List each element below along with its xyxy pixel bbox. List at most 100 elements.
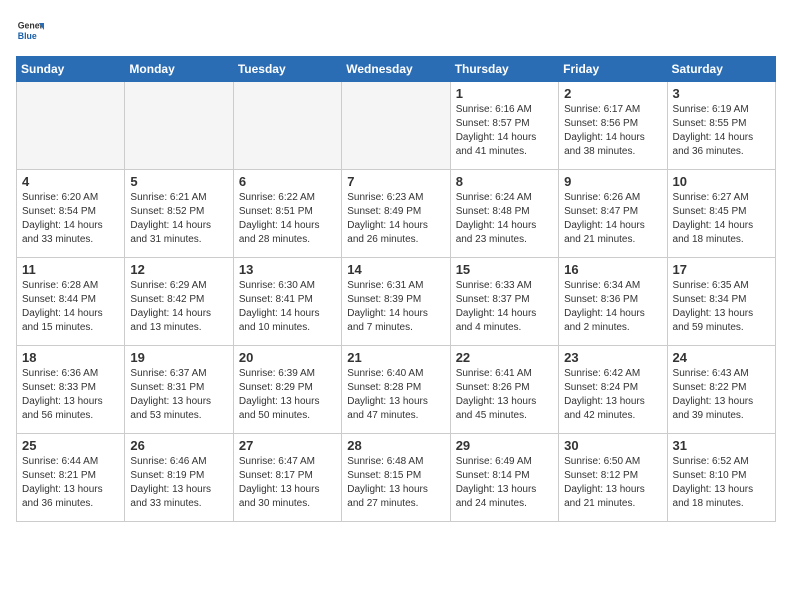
calendar-cell: 11 Sunrise: 6:28 AM Sunset: 8:44 PM Dayli… xyxy=(17,258,125,346)
calendar-cell: 13 Sunrise: 6:30 AM Sunset: 8:41 PM Dayli… xyxy=(233,258,341,346)
day-number: 4 xyxy=(22,174,119,189)
day-number: 29 xyxy=(456,438,553,453)
calendar-cell xyxy=(17,82,125,170)
day-number: 21 xyxy=(347,350,444,365)
cell-info: Sunrise: 6:43 AM Sunset: 8:22 PM Dayligh… xyxy=(673,367,770,423)
day-number: 12 xyxy=(130,262,227,277)
cell-info: Sunrise: 6:22 AM Sunset: 8:51 PM Dayligh… xyxy=(239,191,336,247)
calendar-cell: 9Sunrise: 6:26 AM Sunset: 8:47 PM Daylig… xyxy=(559,170,667,258)
cell-info: Sunrise: 6:37 AM Sunset: 8:31 PM Dayligh… xyxy=(130,367,227,423)
calendar-cell xyxy=(125,82,233,170)
day-number: 11 xyxy=(22,262,119,277)
calendar-cell: 2 Sunrise: 6:17 AM Sunset: 8:56 PM Daylig… xyxy=(559,82,667,170)
day-number: 2 xyxy=(564,86,661,101)
cell-info: Sunrise: 6:40 AM Sunset: 8:28 PM Dayligh… xyxy=(347,367,444,423)
calendar-cell: 16Sunrise: 6:34 AM Sunset: 8:36 PM Dayli… xyxy=(559,258,667,346)
calendar-cell: 23 Sunrise: 6:42 AM Sunset: 8:24 PM Dayli… xyxy=(559,346,667,434)
weekday-header: Friday xyxy=(559,57,667,82)
cell-info: Sunrise: 6:31 AM Sunset: 8:39 PM Dayligh… xyxy=(347,279,444,335)
cell-info: Sunrise: 6:47 AM Sunset: 8:17 PM Dayligh… xyxy=(239,455,336,511)
cell-info: Sunrise: 6:28 AM Sunset: 8:44 PM Dayligh… xyxy=(22,279,119,335)
cell-info: Sunrise: 6:44 AM Sunset: 8:21 PM Dayligh… xyxy=(22,455,119,511)
calendar-cell: 4 Sunrise: 6:20 AM Sunset: 8:54 PM Daylig… xyxy=(17,170,125,258)
svg-text:General: General xyxy=(18,20,44,30)
calendar-cell: 7 Sunrise: 6:23 AM Sunset: 8:49 PM Daylig… xyxy=(342,170,450,258)
calendar-cell: 20Sunrise: 6:39 AM Sunset: 8:29 PM Dayli… xyxy=(233,346,341,434)
calendar-cell: 19 Sunrise: 6:37 AM Sunset: 8:31 PM Dayli… xyxy=(125,346,233,434)
cell-info: Sunrise: 6:16 AM Sunset: 8:57 PM Dayligh… xyxy=(456,103,553,159)
cell-info: Sunrise: 6:48 AM Sunset: 8:15 PM Dayligh… xyxy=(347,455,444,511)
calendar-cell: 1 Sunrise: 6:16 AM Sunset: 8:57 PM Daylig… xyxy=(450,82,558,170)
day-number: 27 xyxy=(239,438,336,453)
day-number: 6 xyxy=(239,174,336,189)
day-number: 17 xyxy=(673,262,770,277)
day-number: 22 xyxy=(456,350,553,365)
calendar-cell: 15 Sunrise: 6:33 AM Sunset: 8:37 PM Dayli… xyxy=(450,258,558,346)
cell-info: Sunrise: 6:36 AM Sunset: 8:33 PM Dayligh… xyxy=(22,367,119,423)
cell-info: Sunrise: 6:21 AM Sunset: 8:52 PM Dayligh… xyxy=(130,191,227,247)
day-number: 28 xyxy=(347,438,444,453)
day-number: 31 xyxy=(673,438,770,453)
cell-info: Sunrise: 6:49 AM Sunset: 8:14 PM Dayligh… xyxy=(456,455,553,511)
day-number: 7 xyxy=(347,174,444,189)
day-number: 25 xyxy=(22,438,119,453)
cell-info: Sunrise: 6:23 AM Sunset: 8:49 PM Dayligh… xyxy=(347,191,444,247)
cell-info: Sunrise: 6:52 AM Sunset: 8:10 PM Dayligh… xyxy=(673,455,770,511)
weekday-header: Wednesday xyxy=(342,57,450,82)
calendar-cell: 6 Sunrise: 6:22 AM Sunset: 8:51 PM Daylig… xyxy=(233,170,341,258)
calendar-cell: 21 Sunrise: 6:40 AM Sunset: 8:28 PM Dayli… xyxy=(342,346,450,434)
cell-info: Sunrise: 6:24 AM Sunset: 8:48 PM Dayligh… xyxy=(456,191,553,247)
calendar-week-row: 11 Sunrise: 6:28 AM Sunset: 8:44 PM Dayli… xyxy=(17,258,776,346)
calendar-cell: 29 Sunrise: 6:49 AM Sunset: 8:14 PM Dayli… xyxy=(450,434,558,522)
day-number: 23 xyxy=(564,350,661,365)
calendar-cell xyxy=(233,82,341,170)
calendar-cell: 5 Sunrise: 6:21 AM Sunset: 8:52 PM Daylig… xyxy=(125,170,233,258)
calendar-cell: 22 Sunrise: 6:41 AM Sunset: 8:26 PM Dayli… xyxy=(450,346,558,434)
weekday-header: Tuesday xyxy=(233,57,341,82)
calendar-week-row: 25 Sunrise: 6:44 AM Sunset: 8:21 PM Dayli… xyxy=(17,434,776,522)
day-number: 30 xyxy=(564,438,661,453)
calendar-week-row: 18 Sunrise: 6:36 AM Sunset: 8:33 PM Dayli… xyxy=(17,346,776,434)
cell-info: Sunrise: 6:17 AM Sunset: 8:56 PM Dayligh… xyxy=(564,103,661,159)
day-number: 15 xyxy=(456,262,553,277)
cell-info: Sunrise: 6:42 AM Sunset: 8:24 PM Dayligh… xyxy=(564,367,661,423)
cell-info: Sunrise: 6:30 AM Sunset: 8:41 PM Dayligh… xyxy=(239,279,336,335)
cell-info: Sunrise: 6:29 AM Sunset: 8:42 PM Dayligh… xyxy=(130,279,227,335)
cell-info: Sunrise: 6:50 AM Sunset: 8:12 PM Dayligh… xyxy=(564,455,661,511)
weekday-header: Sunday xyxy=(17,57,125,82)
calendar-table: SundayMondayTuesdayWednesdayThursdayFrid… xyxy=(16,56,776,522)
day-number: 8 xyxy=(456,174,553,189)
page-header: General Blue xyxy=(16,16,776,44)
weekday-header-row: SundayMondayTuesdayWednesdayThursdayFrid… xyxy=(17,57,776,82)
cell-info: Sunrise: 6:19 AM Sunset: 8:55 PM Dayligh… xyxy=(673,103,770,159)
calendar-week-row: 1 Sunrise: 6:16 AM Sunset: 8:57 PM Daylig… xyxy=(17,82,776,170)
cell-info: Sunrise: 6:39 AM Sunset: 8:29 PM Dayligh… xyxy=(239,367,336,423)
calendar-cell: 12 Sunrise: 6:29 AM Sunset: 8:42 PM Dayli… xyxy=(125,258,233,346)
day-number: 18 xyxy=(22,350,119,365)
day-number: 24 xyxy=(673,350,770,365)
calendar-cell: 8 Sunrise: 6:24 AM Sunset: 8:48 PM Daylig… xyxy=(450,170,558,258)
cell-info: Sunrise: 6:20 AM Sunset: 8:54 PM Dayligh… xyxy=(22,191,119,247)
day-number: 3 xyxy=(673,86,770,101)
day-number: 19 xyxy=(130,350,227,365)
day-number: 10 xyxy=(673,174,770,189)
svg-text:Blue: Blue xyxy=(18,31,37,41)
weekday-header: Saturday xyxy=(667,57,775,82)
day-number: 1 xyxy=(456,86,553,101)
calendar-cell: 27 Sunrise: 6:47 AM Sunset: 8:17 PM Dayli… xyxy=(233,434,341,522)
cell-info: Sunrise: 6:33 AM Sunset: 8:37 PM Dayligh… xyxy=(456,279,553,335)
calendar-cell: 30 Sunrise: 6:50 AM Sunset: 8:12 PM Dayli… xyxy=(559,434,667,522)
calendar-cell: 25 Sunrise: 6:44 AM Sunset: 8:21 PM Dayli… xyxy=(17,434,125,522)
calendar-week-row: 4 Sunrise: 6:20 AM Sunset: 8:54 PM Daylig… xyxy=(17,170,776,258)
day-number: 13 xyxy=(239,262,336,277)
cell-info: Sunrise: 6:34 AM Sunset: 8:36 PM Dayligh… xyxy=(564,279,661,335)
calendar-cell: 18 Sunrise: 6:36 AM Sunset: 8:33 PM Dayli… xyxy=(17,346,125,434)
weekday-header: Thursday xyxy=(450,57,558,82)
logo: General Blue xyxy=(16,16,48,44)
day-number: 5 xyxy=(130,174,227,189)
calendar-cell: 28 Sunrise: 6:48 AM Sunset: 8:15 PM Dayli… xyxy=(342,434,450,522)
calendar-cell: 14Sunrise: 6:31 AM Sunset: 8:39 PM Dayli… xyxy=(342,258,450,346)
cell-info: Sunrise: 6:41 AM Sunset: 8:26 PM Dayligh… xyxy=(456,367,553,423)
day-number: 26 xyxy=(130,438,227,453)
calendar-cell: 24 Sunrise: 6:43 AM Sunset: 8:22 PM Dayli… xyxy=(667,346,775,434)
